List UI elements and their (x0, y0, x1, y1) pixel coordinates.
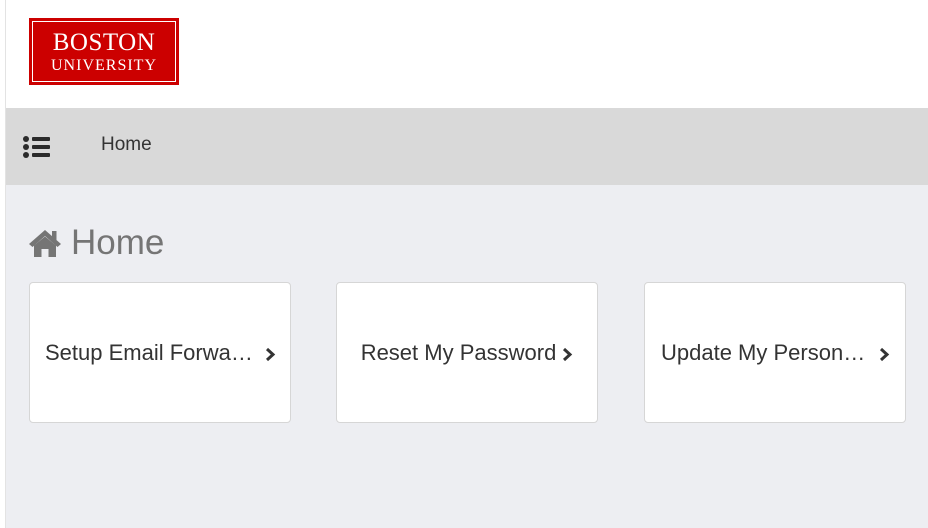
page-title: Home (28, 222, 164, 264)
menu-toggle-button[interactable] (22, 132, 52, 162)
chevron-right-icon (563, 347, 573, 362)
navbar: Home (6, 108, 928, 185)
main-content: Home Setup Email Forwarding Reset My Pas… (6, 185, 928, 528)
list-icon (23, 136, 50, 158)
card-update-my-personal-information[interactable]: Update My Personal Information (644, 282, 906, 423)
chevron-right-icon (879, 347, 890, 362)
card-label: Reset My Password (360, 339, 557, 365)
card-reset-my-password[interactable]: Reset My Password (336, 282, 598, 423)
home-icon (29, 230, 61, 257)
card-setup-email-forwarding[interactable]: Setup Email Forwarding (29, 282, 291, 423)
header: BOSTON UNIVERSITY (6, 0, 928, 108)
card-label: Update My Personal Information (661, 339, 873, 365)
chevron-right-icon (265, 347, 276, 362)
boston-university-logo[interactable]: BOSTON UNIVERSITY (29, 18, 179, 85)
logo-line1: BOSTON (52, 28, 156, 56)
page-title-text: Home (71, 223, 165, 262)
card-label: Setup Email Forwarding (45, 339, 259, 365)
logo-frame: BOSTON UNIVERSITY (32, 21, 176, 82)
logo-line2: UNIVERSITY (51, 56, 157, 74)
nav-home-link[interactable]: Home (101, 134, 152, 156)
